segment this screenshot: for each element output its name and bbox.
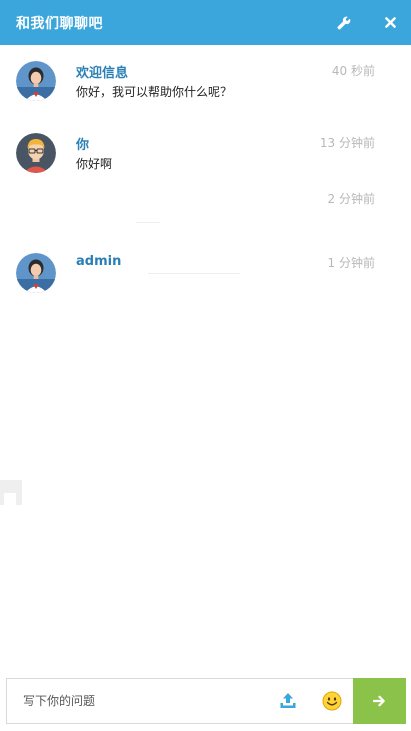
upload-icon: [280, 693, 296, 708]
agent-avatar: [16, 61, 56, 101]
message-text: 你好，我可以帮助你什么呢？: [76, 85, 233, 99]
agent-avatar: [16, 253, 56, 293]
divider: [148, 273, 240, 274]
message-input[interactable]: [7, 679, 283, 723]
message-text: 你好啊: [76, 157, 113, 171]
message-composer: [6, 678, 406, 724]
send-button[interactable]: [353, 678, 406, 724]
message-time: 40 秒前: [331, 64, 375, 78]
chat-header: 和我们聊聊吧: [0, 0, 411, 45]
chat-title: 和我们聊聊吧: [16, 16, 103, 32]
side-tab[interactable]: [0, 480, 22, 505]
user-avatar: [16, 133, 56, 173]
settings-button[interactable]: [324, 0, 364, 45]
wrench-icon: [337, 16, 351, 30]
sender-name: 你: [76, 138, 90, 153]
close-icon: [384, 17, 396, 28]
message-time: 2 分钟前: [327, 192, 375, 206]
arrow-right-icon: [373, 695, 385, 707]
sender-name: admin: [76, 254, 122, 269]
smiley-icon: [322, 691, 342, 711]
message-time: 1 分钟前: [327, 256, 375, 270]
close-button[interactable]: [370, 0, 410, 45]
upload-button[interactable]: [273, 679, 303, 723]
emoji-button[interactable]: [317, 679, 347, 723]
divider: [136, 222, 160, 223]
message-time: 13 分钟前: [319, 136, 375, 150]
sender-name: 欢迎信息: [76, 66, 129, 81]
